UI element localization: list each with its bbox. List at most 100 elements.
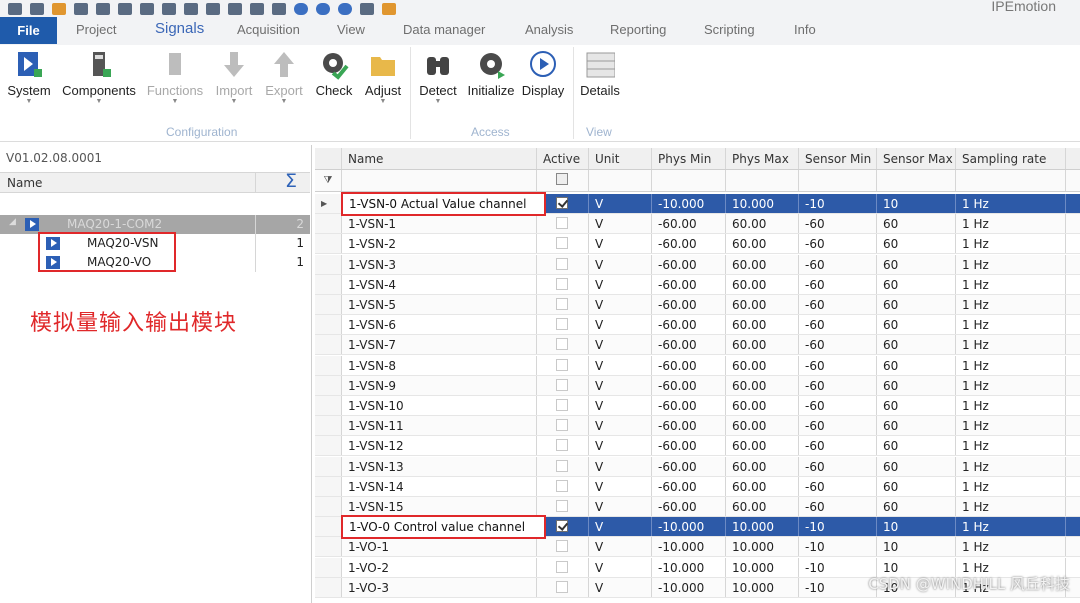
col-sampling-rate[interactable]: Sampling rate [956,148,1066,169]
sum-icon[interactable]: Σ [285,170,297,192]
cell-active[interactable] [537,416,589,436]
print-icon[interactable] [118,2,132,15]
filter-icon[interactable]: ⧩ [315,170,342,191]
active-checkbox[interactable] [556,479,568,492]
row-indicator[interactable] [315,355,342,375]
table-row[interactable]: 1-VSN-9 V -60.00 60.00 -60 60 1 Hz [315,375,1080,396]
cell-active[interactable] [537,456,589,476]
table-row[interactable]: 1-VSN-15 V -60.00 60.00 -60 60 1 Hz [315,497,1080,517]
delete-icon[interactable] [250,2,264,15]
tab-info[interactable]: Info [794,22,816,37]
col-unit[interactable]: Unit [589,148,652,169]
table-row[interactable]: 1-VSN-7 V -60.00 60.00 -60 60 1 Hz [315,335,1080,356]
row-indicator[interactable] [315,274,342,294]
filter-sensor-max[interactable] [877,170,956,191]
info-icon[interactable] [338,2,352,15]
cell-name[interactable]: 1-VSN-7 [342,335,537,355]
tab-data-manager[interactable]: Data manager [403,22,485,37]
active-checkbox[interactable] [556,419,568,432]
active-checkbox[interactable] [556,378,568,391]
app-icon[interactable] [8,2,22,15]
paste-icon[interactable] [184,2,198,15]
export-button[interactable]: Export ▼ [262,49,306,105]
active-checkbox[interactable] [556,298,568,310]
cell-active[interactable] [537,335,589,355]
row-indicator[interactable] [315,436,342,456]
active-checkbox[interactable] [556,277,568,290]
row-indicator[interactable] [315,335,342,355]
active-checkbox[interactable] [556,540,568,553]
details-button[interactable]: Details [578,49,622,98]
col-phys-min[interactable]: Phys Min [652,148,726,169]
detect-button[interactable]: Detect ▼ [415,49,461,105]
col-sensor-max[interactable]: Sensor Max [877,148,956,169]
filter-sampling-rate[interactable] [956,170,1066,191]
row-indicator[interactable] [315,517,342,537]
tab-view[interactable]: View [337,22,365,37]
cell-name[interactable]: 1-VSN-12 [342,436,537,456]
table-row[interactable]: 1-VSN-10 V -60.00 60.00 -60 60 1 Hz [315,396,1080,416]
row-indicator[interactable] [315,416,342,436]
active-checkbox[interactable] [556,459,568,472]
cell-active[interactable] [537,254,589,274]
cell-active[interactable] [537,295,589,314]
components-button[interactable]: Components ▼ [60,49,138,105]
cell-name[interactable]: 1-VSN-2 [342,234,537,254]
settings-icon[interactable] [294,2,308,15]
tab-acquisition[interactable]: Acquisition [237,22,300,37]
row-indicator[interactable] [315,315,342,335]
row-indicator[interactable] [315,497,342,516]
cell-name[interactable]: 1-VO-3 [342,577,537,597]
col-sensor-min[interactable]: Sensor Min [799,148,877,169]
filter-sensor-min[interactable] [799,170,877,191]
adjust-button[interactable]: Adjust ▼ [361,49,405,105]
table-row[interactable]: 1-VSN-2 V -60.00 60.00 -60 60 1 Hz [315,234,1080,255]
row-indicator[interactable] [315,396,342,415]
filter-unit[interactable] [589,170,652,191]
row-indicator[interactable] [315,456,342,476]
cell-active[interactable] [537,537,589,557]
filter-phys-max[interactable] [726,170,799,191]
filter-name[interactable] [342,170,537,191]
row-indicator[interactable] [315,214,342,234]
table-row[interactable]: 1-VSN-6 V -60.00 60.00 -60 60 1 Hz [315,315,1080,336]
help-icon[interactable] [316,2,330,15]
filter-active[interactable] [537,170,589,191]
cell-active[interactable] [537,375,589,395]
table-row[interactable]: 1-VSN-5 V -60.00 60.00 -60 60 1 Hz [315,295,1080,315]
cell-name[interactable]: 1-VSN-15 [342,497,537,516]
table-row[interactable]: 1-VSN-12 V -60.00 60.00 -60 60 1 Hz [315,436,1080,457]
tree-header-name[interactable]: Name [7,176,42,190]
cut-icon[interactable] [140,2,154,15]
row-indicator[interactable] [315,557,342,577]
display-button[interactable]: Display [520,49,566,98]
active-checkbox[interactable] [556,358,568,371]
collapse-icon[interactable]: ◢ [9,217,16,227]
row-indicator[interactable] [315,537,342,557]
active-checkbox[interactable] [556,217,568,230]
tab-signals[interactable]: Signals [155,20,204,37]
filter-phys-min[interactable] [652,170,726,191]
table-row[interactable]: 1-VSN-4 V -60.00 60.00 -60 60 1 Hz [315,274,1080,295]
active-checkbox[interactable] [556,580,568,593]
functions-button[interactable]: Functions ▼ [145,49,205,105]
cell-active[interactable] [537,436,589,456]
highlighted-channel-name[interactable]: 1-VSN-0 Actual Value channel [341,192,546,216]
active-checkbox[interactable] [556,237,568,250]
active-checkbox[interactable] [556,500,568,512]
cell-name[interactable]: 1-VSN-10 [342,396,537,415]
active-checkbox[interactable] [556,560,568,573]
table-row[interactable]: 1-VSN-14 V -60.00 60.00 -60 60 1 Hz [315,476,1080,497]
active-checkbox[interactable] [556,318,568,331]
redo-icon[interactable] [228,2,242,15]
col-name[interactable]: Name [342,148,537,169]
cell-name[interactable]: 1-VSN-1 [342,214,537,234]
check-button[interactable]: Check [312,49,356,98]
system-button[interactable]: System ▼ [6,49,52,105]
table-row[interactable]: 1-VO-1 V -10.000 10.000 -10 10 1 Hz [315,537,1080,558]
cell-active[interactable] [537,497,589,516]
cell-name[interactable]: 1-VSN-13 [342,456,537,476]
row-indicator[interactable] [315,254,342,274]
tab-analysis[interactable]: Analysis [525,22,573,37]
cell-name[interactable]: 1-VSN-9 [342,375,537,395]
